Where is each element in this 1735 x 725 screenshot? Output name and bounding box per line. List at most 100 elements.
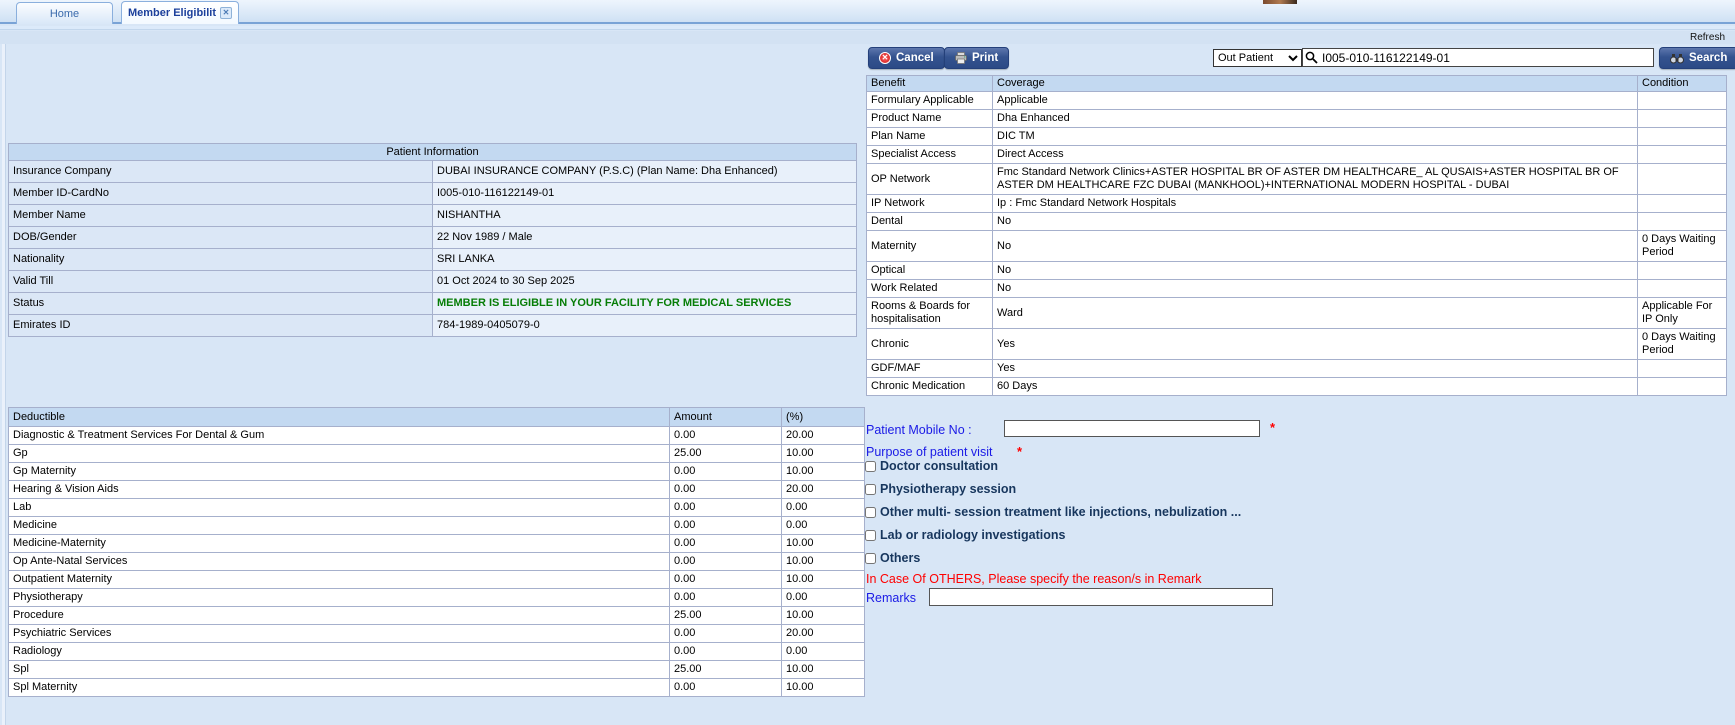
deductible-percent-cell: 10.00 [781, 552, 865, 571]
purpose-checkbox[interactable] [865, 506, 876, 518]
benefit-name-cell: Specialist Access [866, 145, 993, 164]
deductible-percent-cell: 20.00 [781, 426, 865, 445]
remarks-input[interactable] [929, 588, 1273, 606]
benefit-coverage-cell: Fmc Standard Network Clinics+ASTER HOSPI… [992, 163, 1638, 195]
benefit-coverage-cell: No [992, 230, 1638, 262]
deductible-row: Gp 25.00 10.00 [8, 444, 865, 463]
refresh-link[interactable]: Refresh [1690, 32, 1725, 43]
deductible-row: Op Ante-Natal Services 0.00 10.00 [8, 552, 865, 571]
deductible-amount-cell: 0.00 [669, 516, 782, 535]
patient-info-row: DOB/Gender 22 Nov 1989 / Male [8, 226, 857, 249]
patient-info-field-label: Nationality [8, 248, 433, 271]
benefit-name-cell: Dental [866, 212, 993, 231]
magnifier-icon [1305, 51, 1318, 64]
purpose-option: Lab or radiology investigations [865, 528, 1385, 542]
deductible-row: Gp Maternity 0.00 10.00 [8, 462, 865, 481]
deductible-row: Psychiatric Services 0.00 20.00 [8, 624, 865, 643]
deductible-percent-cell: 20.00 [781, 480, 865, 499]
deductible-amount-cell: 0.00 [669, 462, 782, 481]
patient-mobile-input[interactable] [1004, 420, 1260, 437]
purpose-of-visit-label: Purpose of patient visit [866, 445, 993, 459]
cancel-button-label: Cancel [896, 52, 934, 64]
deductible-name-cell: Hearing & Vision Aids [8, 480, 670, 499]
benefit-condition-cell [1637, 109, 1727, 128]
purpose-checkbox[interactable] [865, 552, 876, 564]
cancel-button[interactable]: ✕ Cancel [868, 47, 945, 69]
patient-info-field-label: Member Name [8, 204, 433, 227]
tab-member-eligibility[interactable]: Member Eligibilit ✕ [121, 1, 239, 24]
purpose-option-label: Other multi- session treatment like inje… [880, 505, 1242, 519]
deductible-amount-cell: 25.00 [669, 606, 782, 625]
benefit-row: Specialist Access Direct Access [866, 145, 1727, 164]
deductible-header-amount: Amount [669, 407, 782, 427]
deductible-name-cell: Gp [8, 444, 670, 463]
purpose-checkbox[interactable] [865, 529, 876, 541]
benefits-header-condition: Condition [1637, 75, 1727, 92]
deductible-name-cell: Gp Maternity [8, 462, 670, 481]
benefit-condition-cell [1637, 279, 1727, 298]
deductible-row: Procedure 25.00 10.00 [8, 606, 865, 625]
benefit-coverage-cell: No [992, 261, 1638, 280]
deductible-header-percent: (%) [781, 407, 865, 427]
benefit-condition-cell [1637, 261, 1727, 280]
member-search [1302, 48, 1654, 67]
patient-info-field-label: Member ID-CardNo [8, 182, 433, 205]
deductible-amount-cell: 0.00 [669, 624, 782, 643]
deductible-amount-cell: 0.00 [669, 426, 782, 445]
benefit-row: Dental No [866, 212, 1727, 231]
patient-info-row: Nationality SRI LANKA [8, 248, 857, 271]
purpose-checkbox[interactable] [865, 483, 876, 495]
deductible-percent-cell: 0.00 [781, 498, 865, 517]
print-button-label: Print [972, 52, 999, 64]
benefit-name-cell: Rooms & Boards for hospitalisation [866, 297, 993, 329]
benefit-condition-cell [1637, 127, 1727, 146]
deductible-percent-cell: 10.00 [781, 444, 865, 463]
deductible-amount-cell: 25.00 [669, 660, 782, 679]
deductible-percent-cell: 10.00 [781, 462, 865, 481]
visit-type-select[interactable]: Out Patient [1213, 49, 1302, 67]
benefit-row: Maternity No 0 Days Waiting Period [866, 230, 1727, 262]
deductible-amount-cell: 0.00 [669, 552, 782, 571]
patient-mobile-label: Patient Mobile No : [866, 423, 972, 437]
tab-home[interactable]: Home [16, 2, 113, 24]
benefits-header-coverage: Coverage [992, 75, 1638, 92]
search-button[interactable]: Search [1659, 47, 1735, 69]
background-window-artifact [1263, 0, 1297, 4]
purpose-required-marker: * [1017, 444, 1023, 459]
benefit-coverage-cell: Yes [992, 328, 1638, 360]
tab-member-eligibility-label: Member Eligibilit [127, 7, 216, 19]
benefit-name-cell: Product Name [866, 109, 993, 128]
patient-information-table: Patient Information Insurance Company DUB… [8, 143, 857, 337]
deductible-name-cell: Psychiatric Services [8, 624, 670, 643]
left-panel-splitter [2, 44, 6, 725]
deductible-amount-cell: 0.00 [669, 678, 782, 697]
search-button-label: Search [1689, 52, 1728, 64]
benefit-coverage-cell: No [992, 212, 1638, 231]
purpose-checkbox[interactable] [865, 460, 876, 472]
member-eligibility-screen: Home Member Eligibilit ✕ Refresh ✕ Cance… [0, 0, 1735, 725]
print-button[interactable]: Print [944, 47, 1010, 69]
deductible-name-cell: Physiotherapy [8, 588, 670, 607]
benefit-coverage-cell: No [992, 279, 1638, 298]
purpose-option-label: Lab or radiology investigations [880, 528, 1066, 542]
deductible-name-cell: Procedure [8, 606, 670, 625]
patient-info-field-value: NISHANTHA [432, 204, 857, 227]
tab-close-icon[interactable]: ✕ [220, 7, 232, 19]
benefit-coverage-cell: Direct Access [992, 145, 1638, 164]
deductible-row: Diagnostic & Treatment Services For Dent… [8, 426, 865, 445]
deductible-name-cell: Op Ante-Natal Services [8, 552, 670, 571]
deductible-name-cell: Spl Maternity [8, 678, 670, 697]
patient-info-field-label: DOB/Gender [8, 226, 433, 249]
mobile-required-marker: * [1270, 420, 1276, 435]
purpose-options-list: Doctor consultation Physiotherapy session… [865, 459, 1385, 574]
patient-info-field-value: DUBAI INSURANCE COMPANY (P.S.C) (Plan Na… [432, 160, 857, 183]
benefit-row: Rooms & Boards for hospitalisation Ward Ap… [866, 297, 1727, 329]
deductible-percent-cell: 10.00 [781, 678, 865, 697]
benefit-name-cell: Work Related [866, 279, 993, 298]
deductible-header-row: Deductible Amount (%) [8, 407, 865, 427]
eligibility-status-value: MEMBER IS ELIGIBLE IN YOUR FACILITY FOR … [432, 292, 857, 315]
benefit-name-cell: Chronic [866, 328, 993, 360]
benefit-coverage-cell: DIC TM [992, 127, 1638, 146]
benefit-name-cell: Chronic Medication [866, 377, 993, 396]
member-search-input[interactable] [1302, 48, 1654, 67]
